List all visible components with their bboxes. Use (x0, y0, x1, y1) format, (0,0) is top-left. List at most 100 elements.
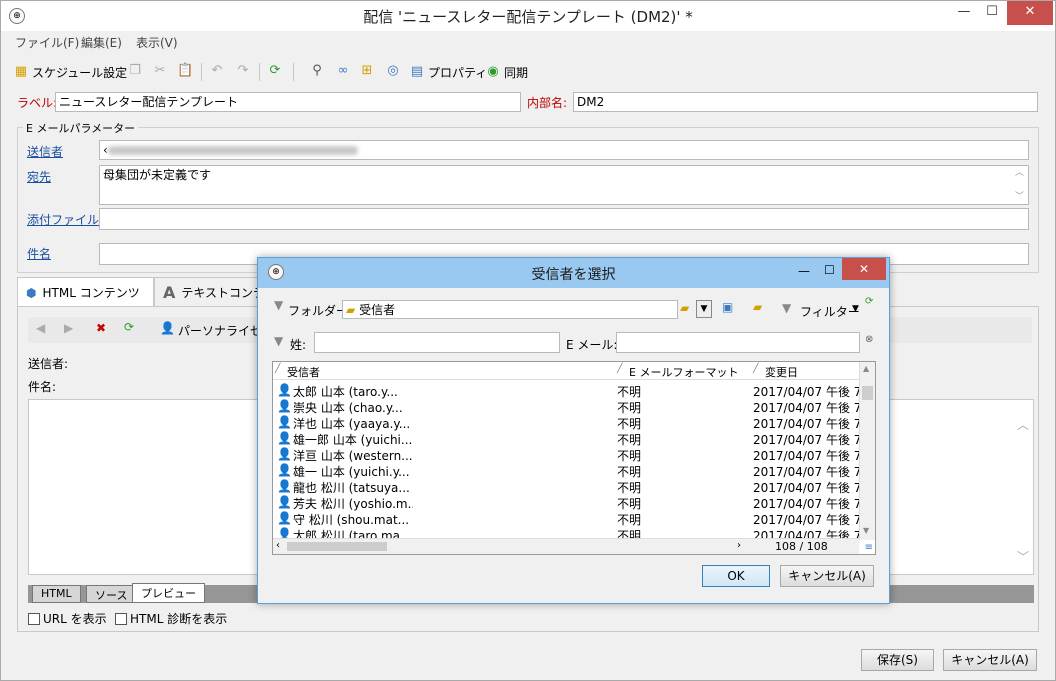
menu-icon[interactable]: ≡ (865, 542, 873, 553)
last-name-field[interactable] (314, 332, 560, 353)
show-url-checkbox[interactable]: URL を表示 (28, 610, 107, 627)
checkbox-icon (28, 613, 40, 625)
toolbar: ▦ スケジュール設定 ❐ ✂ 📋 ↶ ↷ ⟳ ⚲ ∞ ⊞ ◎ ▤ プロパティ ◉… (1, 57, 1055, 85)
internal-name-field[interactable]: DM2 (573, 92, 1038, 112)
forward-icon[interactable]: ▶ (64, 321, 73, 335)
table-row[interactable]: 👤雄一 山本 (yuichi.y...yuichi.yamamoto@不明201… (273, 462, 859, 479)
table-row[interactable]: 👤芳夫 松川 (yoshio.m...yoshio.matsukawa@不明20… (273, 494, 859, 511)
sync-icon: ◉ (487, 64, 499, 79)
filter-dropdown-icon[interactable]: ▼ (852, 304, 859, 314)
minimize-button[interactable]: — (798, 264, 810, 278)
schedule-button[interactable]: ▦ スケジュール設定 (13, 63, 127, 81)
gift-icon[interactable]: ⊞ (359, 63, 375, 79)
chevron-up-icon[interactable]: ︿ (1017, 416, 1029, 433)
target-icon[interactable]: ◎ (385, 63, 401, 79)
person-icon: 👤 (277, 495, 292, 509)
maximize-button[interactable]: ☐ (824, 263, 835, 277)
grid-hscroll[interactable]: ‹ › 108 / 108 (273, 538, 859, 554)
sync-button[interactable]: ◉ 同期 (485, 63, 528, 81)
folder-browse-icon[interactable]: ▰ (680, 301, 689, 315)
table-row[interactable]: 👤洋亘 山本 (western...western.yamamoto@不明201… (273, 446, 859, 463)
copy-icon[interactable]: ❐ (127, 63, 143, 79)
chevron-up-icon[interactable]: ︿ (1015, 165, 1024, 178)
redo-icon[interactable]: ↷ (235, 63, 251, 79)
scroll-up-icon[interactable]: ▲ (863, 364, 869, 373)
menu-view[interactable]: 表示(V) (136, 34, 178, 51)
back-icon[interactable]: ◀ (36, 321, 45, 335)
refresh-icon[interactable]: ⟳ (124, 320, 134, 334)
scroll-down-icon[interactable]: ▼ (863, 526, 869, 535)
email-params-title: E メールパラメーター (23, 120, 139, 136)
scroll-left-icon[interactable]: ‹ (276, 540, 280, 551)
tab-preview[interactable]: プレビュー (132, 583, 205, 603)
show-url-label: URL を表示 (43, 612, 107, 626)
html-diag-label: HTML 診断を表示 (130, 612, 228, 626)
folder-field[interactable]: ▰ 受信者 (342, 300, 678, 319)
to-link[interactable]: 宛先 (27, 168, 51, 185)
table-row[interactable]: 👤洋也 山本 (yaaya.y...yaaya.yamamoto@不明2017/… (273, 414, 859, 431)
filter-funnel-icon: ▼ (274, 298, 284, 312)
table-row[interactable]: 👤雄一郎 山本 (yuichi...yuichiro.yamamoto@不明20… (273, 430, 859, 447)
html-diag-checkbox[interactable]: HTML 診断を表示 (115, 610, 227, 627)
save-button[interactable]: 保存(S) (861, 649, 934, 671)
folder-dropdown[interactable]: ▼ (696, 300, 712, 318)
hscroll-thumb[interactable] (287, 542, 387, 551)
paste-icon[interactable]: 📋 (177, 63, 193, 79)
open-folder-icon[interactable]: ▰ (753, 300, 762, 314)
chevron-down-icon[interactable]: ﹀ (1017, 548, 1029, 565)
person-icon: 👤 (277, 383, 292, 397)
scroll-right-icon[interactable]: › (737, 540, 741, 551)
table-row[interactable]: 👤守 松川 (shou.mat...shou.matsukawa@不明2017/… (273, 510, 859, 527)
dialog-title-bar: ⊕ 受信者を選択 — ☐ ✕ (258, 258, 889, 288)
internal-name-caption: 内部名: (527, 96, 568, 110)
minimize-button[interactable]: — (949, 1, 979, 25)
tab-html[interactable]: HTML (32, 585, 81, 603)
dialog-cancel-button[interactable]: キャンセル(A) (780, 565, 874, 587)
text-content-icon: A (163, 283, 176, 302)
attachment-icon[interactable]: ⚲ (309, 63, 325, 79)
table-row[interactable]: 👤龍也 松川 (tatsuya...tatsuya.matsukawa@不明20… (273, 478, 859, 495)
close-button[interactable]: ✕ (1007, 1, 1053, 25)
undo-icon[interactable]: ↶ (209, 63, 225, 79)
subject-link[interactable]: 件名 (27, 245, 51, 262)
filter-button[interactable]: フィルター (800, 303, 860, 320)
to-field[interactable]: 母集団が未定義です (99, 165, 1029, 205)
menu-edit[interactable]: 編集(E) (81, 34, 122, 51)
table-row[interactable]: 👤太郎 山本 (taro.y...taro.yamamoto@不明2017/04… (273, 382, 859, 399)
person-icon: 👤 (277, 479, 292, 493)
col-date[interactable]: 変更日 (765, 364, 798, 380)
preview-sender-label: 送信者: (28, 357, 69, 371)
refresh-icon[interactable]: ⟳ (865, 296, 873, 307)
menu-file[interactable]: ファイル(F) (15, 34, 79, 51)
ok-button[interactable]: OK (702, 565, 770, 587)
email-field[interactable] (616, 332, 860, 353)
grid-vscroll[interactable]: ▲ ▼ (859, 362, 875, 540)
delete-icon[interactable]: ✖ (96, 321, 106, 335)
attachment-field[interactable] (99, 208, 1029, 230)
col-format[interactable]: E メールフォーマット (629, 364, 738, 380)
recipient-dialog: ⊕ 受信者を選択 — ☐ ✕ ▼ フォルダー: ▰ 受信者 ▰ ▼ ▣ ▰ ▼ … (257, 257, 890, 604)
window-title: 配信 'ニュースレター配信テンプレート (DM2)' * (363, 8, 693, 26)
close-button[interactable]: ✕ (842, 258, 886, 280)
tab-text-content[interactable]: A テキストコンテン (154, 277, 277, 307)
folder-up-icon[interactable]: ▣ (722, 300, 733, 314)
sender-link[interactable]: 送信者 (27, 143, 63, 160)
chevron-down-icon[interactable]: ﹀ (1015, 189, 1024, 202)
tab-source[interactable]: ソース (86, 585, 137, 603)
scroll-thumb[interactable] (862, 386, 873, 400)
sender-field[interactable]: ‹ (99, 140, 1029, 160)
refresh-icon[interactable]: ⟳ (267, 63, 283, 79)
properties-button[interactable]: ▤ プロパティ (409, 63, 487, 81)
email-caption: E メール: (566, 338, 618, 352)
cancel-button[interactable]: キャンセル(A) (943, 649, 1037, 671)
col-recipient[interactable]: 受信者 (287, 364, 320, 380)
label-caption: ラベル: (17, 96, 58, 110)
tab-html-content[interactable]: ⬢ HTML コンテンツ (17, 277, 154, 307)
cut-icon[interactable]: ✂ (152, 63, 168, 79)
label-field[interactable]: ニュースレター配信テンプレート (55, 92, 521, 112)
attachment-link[interactable]: 添付ファイル (27, 211, 99, 228)
clear-icon[interactable]: ⊗ (865, 334, 873, 345)
maximize-button[interactable]: ☐ (977, 1, 1007, 25)
table-row[interactable]: 👤崇央 山本 (chao.y...chao.yamamoto@不明2017/04… (273, 398, 859, 415)
link-icon[interactable]: ∞ (335, 63, 351, 79)
